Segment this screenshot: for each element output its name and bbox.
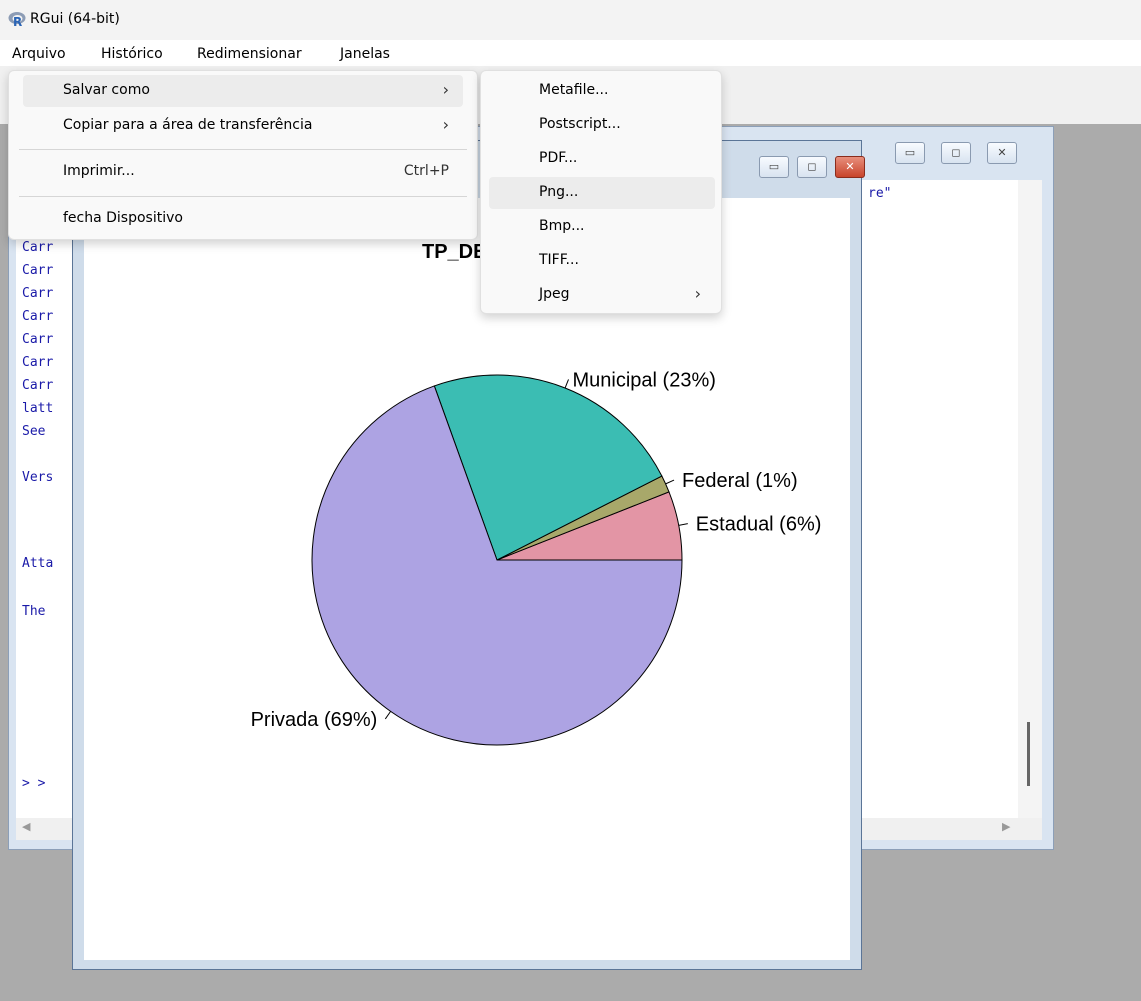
console-line-partial: re" [868, 186, 892, 201]
console-line: See [22, 424, 46, 439]
submenu-item-metafile[interactable]: Metafile... [489, 75, 715, 107]
scroll-right-icon[interactable]: ▶ [1002, 820, 1010, 833]
console-prompt: > > [22, 776, 46, 791]
console-line: Carr [22, 378, 54, 393]
menu-janelas[interactable]: Janelas [340, 46, 390, 62]
menu-historico[interactable]: Histórico [101, 46, 163, 62]
plot-area [84, 198, 850, 960]
chevron-right-icon: › [442, 80, 449, 99]
submenu-item-tiff[interactable]: TIFF... [489, 245, 715, 277]
svg-text:R: R [13, 15, 22, 28]
console-line: latt [22, 401, 54, 416]
console-line: Vers [22, 470, 54, 485]
console-line: Carr [22, 263, 54, 278]
menu-item-copiar[interactable]: Copiar para a área de transferência › [23, 110, 463, 142]
console-line: Carr [22, 240, 54, 255]
maximize-icon[interactable]: ◻ [941, 142, 971, 164]
menu-separator [19, 149, 467, 150]
r-logo-icon: R [8, 12, 26, 28]
console-line: The [22, 604, 46, 619]
menu-bar: Arquivo Histórico Redimensionar Janelas [0, 40, 1141, 66]
submenu-item-png[interactable]: Png... [489, 177, 715, 209]
close-icon[interactable]: ✕ [987, 142, 1017, 164]
close-icon[interactable]: ✕ [835, 156, 865, 178]
menu-redimensionar[interactable]: Redimensionar [197, 46, 302, 62]
shortcut-label: Ctrl+P [403, 163, 449, 179]
file-menu: Salvar como › Copiar para a área de tran… [8, 70, 478, 240]
chevron-right-icon: › [694, 284, 701, 303]
submenu-item-jpeg[interactable]: Jpeg › [489, 279, 715, 311]
minimize-icon[interactable]: ▭ [759, 156, 789, 178]
window-title: RGui (64-bit) [30, 11, 120, 27]
maximize-icon[interactable]: ◻ [797, 156, 827, 178]
menu-arquivo[interactable]: Arquivo [12, 46, 66, 62]
minimize-icon[interactable]: ▭ [895, 142, 925, 164]
submenu-item-postscript[interactable]: Postscript... [489, 109, 715, 141]
menu-item-fecha-dispositivo[interactable]: fecha Dispositivo [23, 203, 463, 235]
submenu-item-pdf[interactable]: PDF... [489, 143, 715, 175]
console-line: Atta [22, 556, 54, 571]
console-line: Carr [22, 309, 54, 324]
console-line: Carr [22, 355, 54, 370]
menu-separator [19, 196, 467, 197]
submenu-item-bmp[interactable]: Bmp... [489, 211, 715, 243]
console-scroll-thumb[interactable] [1027, 722, 1030, 786]
title-bar: R RGui (64-bit) [0, 0, 1141, 40]
menu-item-imprimir[interactable]: Imprimir... Ctrl+P [23, 156, 463, 188]
console-vertical-scrollbar[interactable] [1018, 180, 1042, 818]
console-line: Carr [22, 286, 54, 301]
console-line: Carr [22, 332, 54, 347]
save-as-submenu: Metafile... Postscript... PDF... Png... … [480, 70, 722, 314]
chevron-right-icon: › [442, 115, 449, 134]
scroll-left-icon[interactable]: ◀ [22, 820, 30, 833]
menu-item-salvar-como[interactable]: Salvar como › [23, 75, 463, 107]
